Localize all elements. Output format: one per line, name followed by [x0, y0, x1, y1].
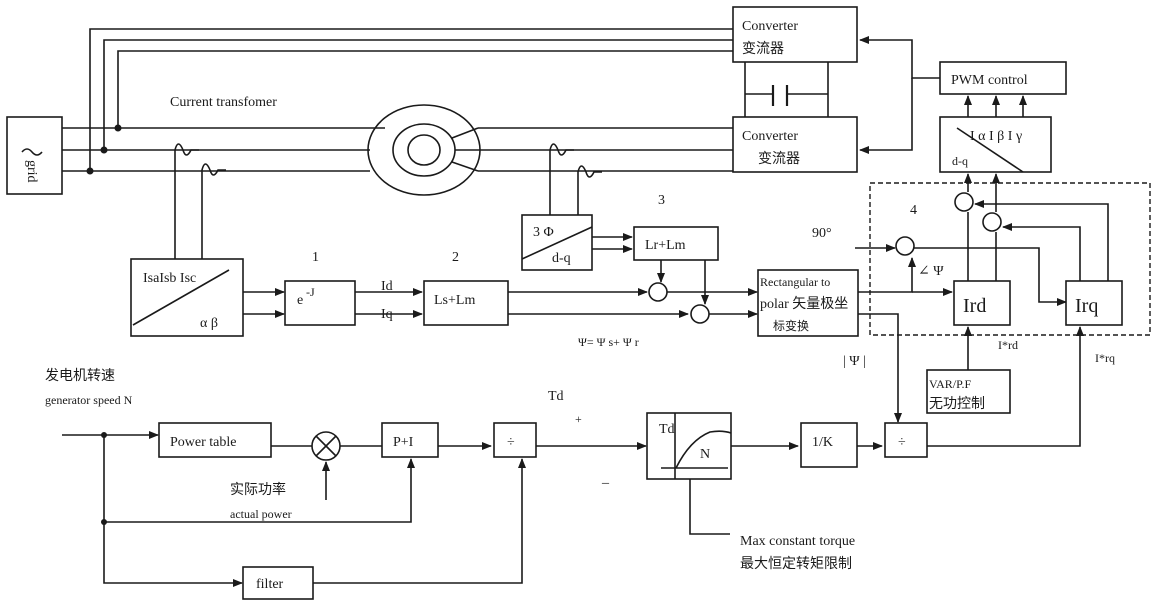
svg-text:filter: filter: [256, 577, 284, 592]
clarke-transform-block: IsaIsb Isc α β: [130, 258, 244, 337]
var-pf-control-block: VAR/P.F 无功控制: [926, 369, 1011, 414]
rotor-3phase-to-dq-block: 3 Φ d-q: [521, 214, 593, 271]
svg-text:Converter: Converter: [742, 129, 798, 144]
angle-summing-junction: [895, 236, 915, 256]
svg-text:IsaIsb Isc: IsaIsb Isc: [143, 271, 196, 286]
generator-speed-zh-label: 发电机转速: [45, 368, 115, 384]
svg-text:Ls+Lm: Ls+Lm: [434, 293, 475, 308]
current-transformer-label: Current transfomer: [170, 95, 277, 110]
control-diagram: grid Current transfomer Converter 变流器 Co…: [6, 6, 1151, 600]
max-torque-limit-block: Td N: [646, 412, 732, 480]
current-transformer-right-icon: [549, 143, 602, 215]
svg-text:变流器: 变流器: [742, 41, 784, 57]
max-torque-en-label: Max constant torque: [740, 534, 855, 549]
step-1-label: 1: [312, 250, 319, 265]
deg-90-label: 90°: [812, 226, 832, 241]
step-3-label: 3: [658, 193, 665, 208]
grid-lines: [62, 28, 733, 175]
park-transform-block: e -J: [284, 280, 356, 326]
q-summing-junction: [982, 212, 1002, 232]
generator-speed-en-label: generator speed N: [45, 393, 133, 407]
ird-ref-label: I*rd: [998, 338, 1018, 352]
power-table-block: Power table: [158, 422, 272, 458]
svg-text:Lr+Lm: Lr+Lm: [645, 238, 686, 253]
junction-dot: [114, 124, 122, 132]
td-label: Td: [548, 389, 564, 404]
actual-power-zh-label: 实际功率: [230, 481, 286, 498]
rect-to-polar-block: Rectangular to polar 矢量极坐 标变换: [757, 269, 859, 337]
svg-text:e: e: [297, 293, 303, 308]
step-2-label: 2: [452, 250, 459, 265]
divider-block-1: ÷: [493, 422, 537, 458]
svg-text:P+I: P+I: [393, 435, 414, 450]
svg-text:N: N: [700, 447, 710, 462]
svg-text:Power table: Power table: [170, 435, 236, 450]
stator-inductance-block: Ls+Lm: [423, 280, 509, 326]
svg-text:变流器: 变流器: [758, 151, 800, 167]
id-label: Id: [381, 279, 393, 294]
converter-bottom: Converter 变流器: [732, 116, 858, 173]
actual-power-en-label: actual power: [230, 507, 292, 521]
grid-label: grid: [24, 160, 39, 183]
svg-text:d-q: d-q: [952, 154, 968, 168]
summing-junction-d: [648, 282, 668, 302]
pwm-control-block: PWM control: [939, 61, 1067, 95]
summing-junction-q: [690, 304, 710, 324]
pi-controller-block: P+I: [381, 422, 439, 458]
svg-text:Td: Td: [659, 422, 675, 437]
d-summing-junction: [954, 192, 974, 212]
svg-text:Irq: Irq: [1075, 295, 1098, 317]
svg-text:3 Φ: 3 Φ: [533, 225, 554, 240]
current-transformer-left-icon: [174, 143, 226, 260]
rotor-inductance-block: Lr+Lm: [633, 226, 719, 261]
irq-ref-label: I*rq: [1095, 351, 1115, 365]
converter-top: Converter 变流器: [732, 6, 858, 63]
divider-block-2: ÷: [884, 422, 928, 458]
svg-text:VAR/P.F: VAR/P.F: [929, 377, 971, 391]
grid-block: grid: [6, 116, 63, 195]
inverse-k-block: 1/K: [800, 422, 858, 468]
svg-text:α β: α β: [200, 316, 218, 331]
minus-sign: _: [601, 471, 610, 486]
step-4-label: 4: [910, 203, 917, 218]
svg-text:÷: ÷: [898, 435, 906, 450]
ird-controller-block: Ird: [953, 280, 1011, 326]
junction-dot: [86, 167, 94, 175]
filter-block: filter: [242, 566, 314, 600]
svg-text:1/K: 1/K: [812, 435, 833, 450]
svg-text:÷: ÷: [507, 435, 515, 450]
svg-text:Rectangular to: Rectangular to: [760, 275, 830, 289]
svg-text:Ird: Ird: [963, 295, 986, 317]
svg-text:I α I β I γ: I α I β I γ: [970, 129, 1022, 144]
irq-controller-block: Irq: [1065, 280, 1123, 326]
svg-text:-J: -J: [306, 285, 315, 299]
junction-dot: [100, 146, 108, 154]
flux-equation-label: Ψ= Ψ s+ Ψ r: [578, 335, 639, 349]
svg-text:Converter: Converter: [742, 19, 798, 34]
iq-label: Iq: [381, 307, 393, 322]
svg-text:polar 矢量极坐: polar 矢量极坐: [760, 296, 848, 312]
svg-text:d-q: d-q: [552, 251, 571, 266]
flux-magnitude-label: | Ψ |: [843, 354, 866, 369]
plus-sign: +: [575, 412, 582, 426]
dc-link-capacitor-icon: [744, 62, 829, 117]
svg-text:无功控制: 无功控制: [929, 396, 985, 412]
multiplier-junction-icon: [311, 431, 341, 461]
max-torque-zh-label: 最大恒定转矩限制: [740, 556, 852, 572]
angle-psi-label: ∠ Ψ: [918, 264, 944, 279]
svg-text:标变换: 标变换: [773, 318, 809, 333]
svg-text:PWM control: PWM control: [951, 73, 1028, 88]
dq-to-abc-block: I α I β I γ d-q: [939, 116, 1052, 173]
